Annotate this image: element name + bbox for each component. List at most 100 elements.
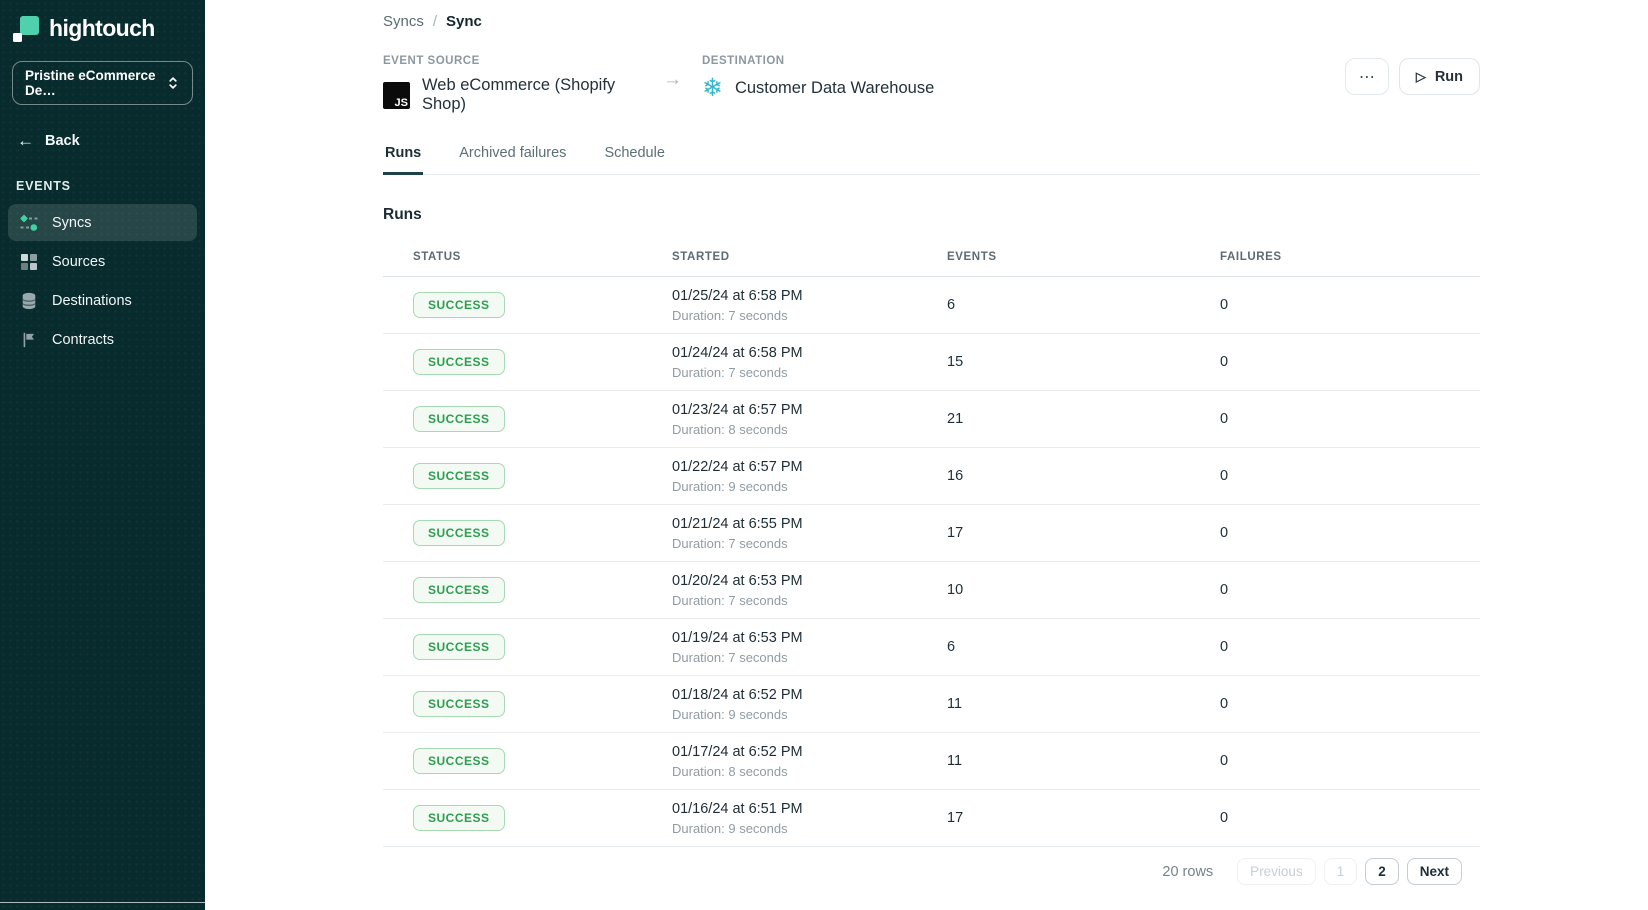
run-button[interactable]: ▷ Run <box>1399 58 1480 95</box>
status-badge: SUCCESS <box>413 748 505 774</box>
status-badge: SUCCESS <box>413 520 505 546</box>
breadcrumb-separator: / <box>433 13 437 30</box>
run-started-time: 01/24/24 at 6:58 PM <box>672 345 947 361</box>
status-badge: SUCCESS <box>413 349 505 375</box>
status-badge: SUCCESS <box>413 406 505 432</box>
play-icon: ▷ <box>1416 69 1426 85</box>
table-header-row: STATUS STARTED EVENTS FAILURES <box>383 251 1480 277</box>
table-row[interactable]: SUCCESS 01/22/24 at 6:57 PM Duration: 9 … <box>383 448 1480 505</box>
event-source: EVENT SOURCE JS Web eCommerce (Shopify S… <box>383 55 655 114</box>
events-section-label: EVENTS <box>0 149 205 204</box>
back-button[interactable]: ← Back <box>0 105 205 149</box>
run-duration: Duration: 8 seconds <box>672 422 947 437</box>
run-started-time: 01/20/24 at 6:53 PM <box>672 573 947 589</box>
run-duration: Duration: 7 seconds <box>672 365 947 380</box>
run-duration: Duration: 7 seconds <box>672 308 947 323</box>
sidebar: hightouch Pristine eCommerce De… ← Back … <box>0 0 205 910</box>
run-duration: Duration: 8 seconds <box>672 764 947 779</box>
sources-icon <box>19 252 39 272</box>
run-events-count: 6 <box>947 639 1220 655</box>
back-arrow-icon: ← <box>17 132 34 149</box>
destination: DESTINATION ❄ Customer Data Warehouse <box>702 55 934 101</box>
table-row[interactable]: SUCCESS 01/24/24 at 6:58 PM Duration: 7 … <box>383 334 1480 391</box>
run-started-time: 01/19/24 at 6:53 PM <box>672 630 947 646</box>
column-header-events: EVENTS <box>947 251 1220 263</box>
page-1-button[interactable]: 1 <box>1324 858 1358 885</box>
runs-section-title: Runs <box>383 206 1480 224</box>
hightouch-logo-text: hightouch <box>49 15 155 42</box>
sidebar-item-contracts[interactable]: Contracts <box>8 321 197 358</box>
destinations-database-icon <box>19 291 39 311</box>
sidebar-item-sources[interactable]: Sources <box>8 243 197 280</box>
page-2-button[interactable]: 2 <box>1365 858 1399 885</box>
table-row[interactable]: SUCCESS 01/25/24 at 6:58 PM Duration: 7 … <box>383 277 1480 334</box>
table-row[interactable]: SUCCESS 01/17/24 at 6:52 PM Duration: 8 … <box>383 733 1480 790</box>
status-badge: SUCCESS <box>413 634 505 660</box>
table-row[interactable]: SUCCESS 01/16/24 at 6:51 PM Duration: 9 … <box>383 790 1480 847</box>
main-content: Syncs / Sync EVENT SOURCE JS Web eCommer… <box>205 0 1648 910</box>
status-badge: SUCCESS <box>413 577 505 603</box>
arrow-right-icon: → <box>663 69 682 91</box>
run-events-count: 17 <box>947 525 1220 541</box>
status-badge: SUCCESS <box>413 292 505 318</box>
more-options-button[interactable]: ⋯ <box>1345 58 1389 95</box>
syncs-icon <box>19 213 39 233</box>
workspace-selector-value: Pristine eCommerce De… <box>25 68 166 98</box>
runs-table: STATUS STARTED EVENTS FAILURES SUCCESS 0… <box>383 251 1480 847</box>
tab-runs[interactable]: Runs <box>383 135 423 174</box>
sidebar-bottom-divider <box>0 902 205 903</box>
tab-archived-failures[interactable]: Archived failures <box>457 135 568 174</box>
run-duration: Duration: 7 seconds <box>672 593 947 608</box>
table-row[interactable]: SUCCESS 01/20/24 at 6:53 PM Duration: 7 … <box>383 562 1480 619</box>
run-failures-count: 0 <box>1220 696 1480 712</box>
run-failures-count: 0 <box>1220 297 1480 313</box>
previous-page-button[interactable]: Previous <box>1237 858 1316 885</box>
table-row[interactable]: SUCCESS 01/19/24 at 6:53 PM Duration: 7 … <box>383 619 1480 676</box>
run-failures-count: 0 <box>1220 468 1480 484</box>
run-started-time: 01/18/24 at 6:52 PM <box>672 687 947 703</box>
run-failures-count: 0 <box>1220 354 1480 370</box>
javascript-icon: JS <box>383 82 410 109</box>
sidebar-item-label: Syncs <box>52 215 92 231</box>
chevron-up-down-icon <box>166 75 180 91</box>
run-failures-count: 0 <box>1220 639 1480 655</box>
run-duration: Duration: 9 seconds <box>672 707 947 722</box>
table-row[interactable]: SUCCESS 01/23/24 at 6:57 PM Duration: 8 … <box>383 391 1480 448</box>
destination-name: Customer Data Warehouse <box>735 79 934 98</box>
next-page-button[interactable]: Next <box>1407 858 1462 885</box>
run-started-time: 01/21/24 at 6:55 PM <box>672 516 947 532</box>
table-row[interactable]: SUCCESS 01/21/24 at 6:55 PM Duration: 7 … <box>383 505 1480 562</box>
run-started-time: 01/23/24 at 6:57 PM <box>672 402 947 418</box>
run-failures-count: 0 <box>1220 753 1480 769</box>
contracts-flag-icon <box>19 330 39 350</box>
run-events-count: 17 <box>947 810 1220 826</box>
sidebar-item-syncs[interactable]: Syncs <box>8 204 197 241</box>
tab-schedule[interactable]: Schedule <box>602 135 666 174</box>
sidebar-item-label: Contracts <box>52 332 114 348</box>
run-failures-count: 0 <box>1220 582 1480 598</box>
sidebar-item-destinations[interactable]: Destinations <box>8 282 197 319</box>
breadcrumb-syncs-link[interactable]: Syncs <box>383 13 424 30</box>
tab-bar: Runs Archived failures Schedule <box>383 135 1480 175</box>
run-events-count: 16 <box>947 468 1220 484</box>
run-events-count: 15 <box>947 354 1220 370</box>
hightouch-logo[interactable]: hightouch <box>0 0 205 42</box>
run-events-count: 11 <box>947 696 1220 712</box>
run-events-count: 21 <box>947 411 1220 427</box>
run-duration: Duration: 9 seconds <box>672 479 947 494</box>
run-failures-count: 0 <box>1220 810 1480 826</box>
snowflake-icon: ❄ <box>702 76 723 101</box>
workspace-selector[interactable]: Pristine eCommerce De… <box>12 61 193 105</box>
run-failures-count: 0 <box>1220 411 1480 427</box>
table-footer: 20 rows Previous 1 2 Next <box>383 847 1480 885</box>
run-events-count: 10 <box>947 582 1220 598</box>
hightouch-logo-icon <box>13 16 39 42</box>
header-actions: ⋯ ▷ Run <box>1345 58 1480 95</box>
status-badge: SUCCESS <box>413 691 505 717</box>
table-body: SUCCESS 01/25/24 at 6:58 PM Duration: 7 … <box>383 277 1480 847</box>
event-source-label: EVENT SOURCE <box>383 55 655 67</box>
event-source-name: Web eCommerce (Shopify Shop) <box>422 76 655 114</box>
table-row[interactable]: SUCCESS 01/18/24 at 6:52 PM Duration: 9 … <box>383 676 1480 733</box>
status-badge: SUCCESS <box>413 805 505 831</box>
status-badge: SUCCESS <box>413 463 505 489</box>
